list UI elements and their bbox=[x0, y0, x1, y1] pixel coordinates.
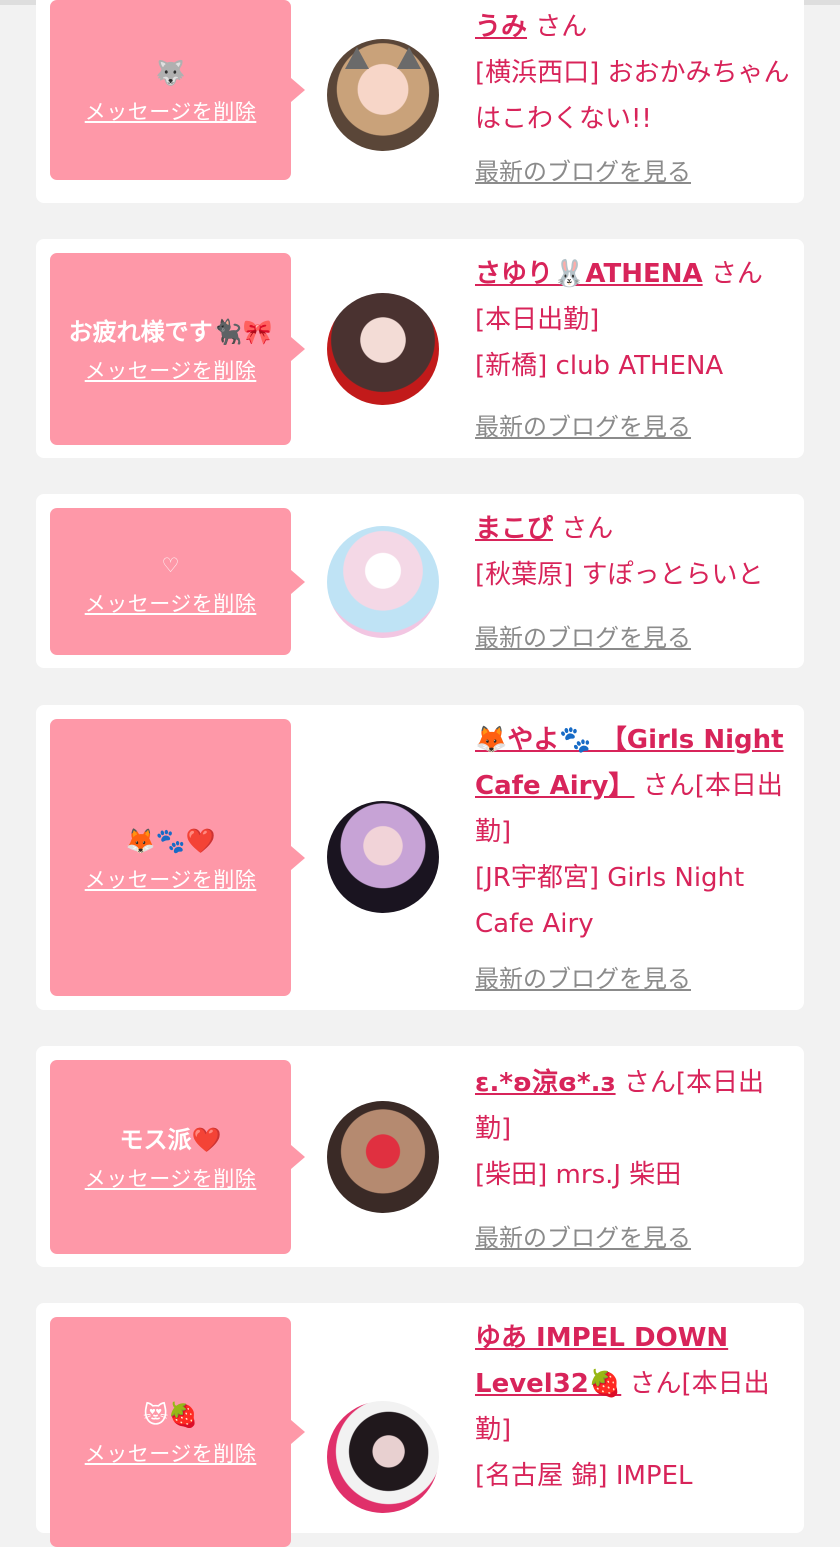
profile-name-link[interactable]: ε.*ʚ涼ɞ*.з bbox=[475, 1068, 616, 1098]
delete-message-link[interactable]: メッセージを削除 bbox=[85, 1438, 257, 1468]
message-text: お疲れ様です🐈‍⬛🎀 bbox=[68, 318, 273, 346]
message-card: 🐺 メッセージを削除 うみ さん [横浜西口] おおかみちゃんはこわくない!! … bbox=[36, 0, 804, 203]
honorific: さん bbox=[527, 12, 588, 42]
profile-name-link[interactable]: さゆり🐰ATHENA bbox=[475, 259, 703, 289]
shop-label: [新橋] club ATHENA bbox=[475, 351, 724, 381]
profile-name-link[interactable]: うみ bbox=[475, 12, 527, 42]
message-bubble: お疲れ様です🐈‍⬛🎀 メッセージを削除 bbox=[50, 253, 305, 445]
delete-message-link[interactable]: メッセージを削除 bbox=[85, 864, 257, 894]
shop-label: [柴田] mrs.J 柴田 bbox=[475, 1160, 682, 1190]
message-bubble: 🐺 メッセージを削除 bbox=[50, 0, 305, 180]
shop-label: [JR宇都宮] Girls Night Cafe Airy bbox=[475, 863, 745, 939]
message-text: ♡ bbox=[161, 552, 180, 577]
honorific: さん bbox=[553, 514, 614, 544]
profile-info: さゆり🐰ATHENA さん[本日出勤] [新橋] club ATHENA bbox=[475, 251, 793, 389]
wolf-ears-icon bbox=[345, 47, 421, 69]
avatar[interactable] bbox=[327, 801, 439, 913]
message-bubble: 🦊🐾❤️ メッセージを削除 bbox=[50, 719, 305, 996]
message-bubble: モス派❤️ メッセージを削除 bbox=[50, 1060, 305, 1254]
avatar[interactable] bbox=[327, 526, 439, 638]
shop-label: [秋葉原] すぽっとらいと bbox=[475, 560, 764, 590]
profile-info: ゆあ IMPEL DOWN Level32🍓 さん[本日出勤] [名古屋 錦] … bbox=[475, 1315, 793, 1499]
message-card: ♡ メッセージを削除 まこぴ さん [秋葉原] すぽっとらいと 最新のブログを見… bbox=[36, 494, 804, 668]
latest-blog-link[interactable]: 最新のブログを見る bbox=[475, 1218, 691, 1253]
delete-message-link[interactable]: メッセージを削除 bbox=[85, 96, 257, 126]
message-text: 😻🍓 bbox=[143, 1401, 198, 1429]
profile-info: うみ さん [横浜西口] おおかみちゃんはこわくない!! bbox=[475, 4, 793, 142]
message-card: 🦊🐾❤️ メッセージを削除 🦊やよ🐾 【Girls Night Cafe Air… bbox=[36, 705, 804, 1010]
message-text: モス派❤️ bbox=[119, 1126, 222, 1154]
profile-info: ε.*ʚ涼ɞ*.з さん[本日出勤] [柴田] mrs.J 柴田 bbox=[475, 1060, 793, 1198]
shop-label: [名古屋 錦] IMPEL bbox=[475, 1461, 693, 1491]
message-text: 🐺 bbox=[155, 59, 186, 87]
delete-message-link[interactable]: メッセージを削除 bbox=[85, 355, 257, 385]
latest-blog-link[interactable]: 最新のブログを見る bbox=[475, 959, 691, 994]
avatar[interactable] bbox=[327, 293, 439, 405]
message-text: 🦊🐾❤️ bbox=[125, 826, 216, 855]
message-card: お疲れ様です🐈‍⬛🎀 メッセージを削除 さゆり🐰ATHENA さん[本日出勤] … bbox=[36, 239, 804, 458]
delete-message-link[interactable]: メッセージを削除 bbox=[85, 588, 257, 618]
avatar[interactable] bbox=[327, 39, 439, 151]
message-card: モス派❤️ メッセージを削除 ε.*ʚ涼ɞ*.з さん[本日出勤] [柴田] m… bbox=[36, 1046, 804, 1267]
message-bubble: 😻🍓 メッセージを削除 bbox=[50, 1317, 305, 1547]
profile-info: 🦊やよ🐾 【Girls Night Cafe Airy】 さん[本日出勤] [J… bbox=[475, 717, 793, 947]
delete-message-link[interactable]: メッセージを削除 bbox=[85, 1163, 257, 1193]
latest-blog-link[interactable]: 最新のブログを見る bbox=[475, 407, 691, 442]
shop-label: [横浜西口] おおかみちゃんはこわくない!! bbox=[475, 58, 790, 134]
latest-blog-link[interactable]: 最新のブログを見る bbox=[475, 152, 691, 187]
avatar[interactable] bbox=[327, 1401, 439, 1513]
profile-info: まこぴ さん [秋葉原] すぽっとらいと bbox=[475, 506, 793, 598]
message-bubble: ♡ メッセージを削除 bbox=[50, 508, 305, 655]
latest-blog-link[interactable]: 最新のブログを見る bbox=[475, 618, 691, 653]
profile-name-link[interactable]: まこぴ bbox=[475, 514, 553, 544]
avatar[interactable] bbox=[327, 1101, 439, 1213]
